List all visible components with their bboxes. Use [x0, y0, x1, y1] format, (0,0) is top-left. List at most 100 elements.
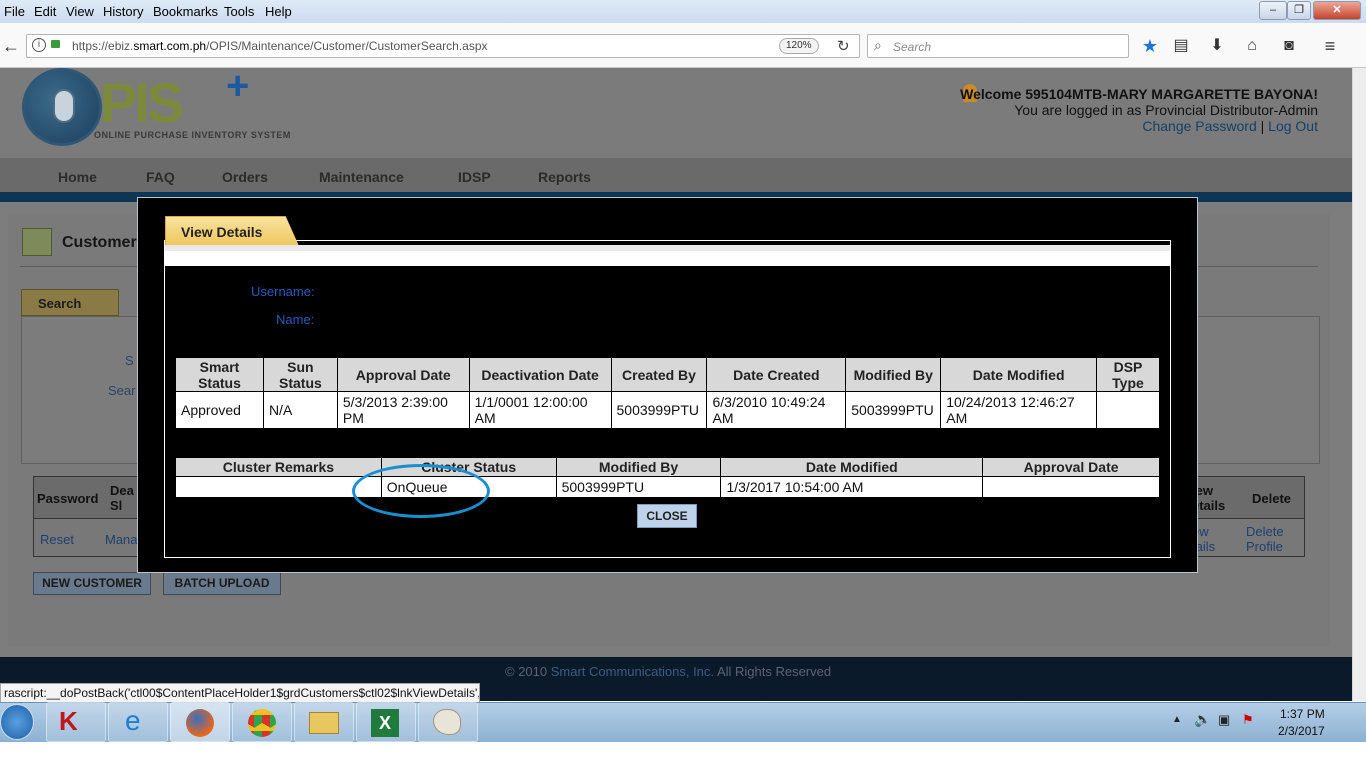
cell-date-modified: 10/24/2013 12:46:27 AM	[940, 391, 1097, 429]
zoom-indicator[interactable]: 120%	[779, 38, 819, 54]
mouse-icon	[53, 89, 75, 123]
menu-view[interactable]: View	[66, 4, 94, 19]
menu-tools[interactable]: Tools	[224, 4, 254, 19]
hamburger-menu-icon[interactable]: ≡	[1319, 36, 1341, 56]
back-arrow-icon[interactable]: ←	[0, 36, 22, 56]
clock-date[interactable]: 2/3/2017	[1278, 724, 1325, 738]
logged-in-text: You are logged in as Provincial Distribu…	[1014, 102, 1318, 118]
minimize-button[interactable]: –	[1259, 1, 1287, 20]
page-scrollbar[interactable]	[1352, 68, 1366, 701]
url-text[interactable]: https://ebiz.smart.com.ph/OPIS/Maintenan…	[72, 39, 488, 53]
close-window-button[interactable]: ✕	[1313, 1, 1361, 20]
change-password-link[interactable]: Change Password	[1142, 118, 1256, 134]
info-icon[interactable]: i	[32, 38, 46, 52]
taskbar-kaspersky[interactable]: K	[46, 702, 106, 742]
header-date-created: Date Created	[706, 357, 847, 392]
home-icon[interactable]: ⌂	[1241, 36, 1263, 56]
header-cluster-remarks: Cluster Remarks	[175, 457, 382, 477]
paint-icon	[433, 709, 461, 735]
opis-logo-subtitle: ONLINE PURCHASE INVENTORY SYSTEM	[94, 130, 291, 140]
grid-header-delete: Delete	[1252, 491, 1292, 506]
tray-expand-icon[interactable]: ▲	[1172, 714, 1182, 725]
view-details-tab[interactable]: View Details	[165, 216, 299, 246]
header-modified-by: Modified By	[845, 357, 942, 392]
folder-icon	[309, 712, 339, 734]
menu-history[interactable]: History	[103, 4, 143, 19]
nav-maintenance[interactable]: Maintenance	[319, 169, 404, 185]
table-row: OnQueue 5003999PTU 1/3/2017 10:54:00 AM	[175, 476, 1160, 498]
search-placeholder: Search	[893, 40, 932, 54]
clock-time[interactable]: 1:37 PM	[1280, 707, 1325, 721]
menu-edit[interactable]: Edit	[34, 4, 56, 19]
view-details-link[interactable]: ew tails	[1192, 524, 1232, 554]
nav-orders[interactable]: Orders	[222, 169, 268, 185]
link-status-bar: rascript:__doPostBack('ctl00$ContentPlac…	[0, 683, 480, 703]
download-icon[interactable]: ⬇	[1206, 36, 1228, 56]
header-created-by: Created By	[610, 357, 708, 392]
opis-logo-text: PIS	[100, 71, 184, 134]
cluster-table: Cluster Remarks Cluster Status Modified …	[175, 457, 1160, 498]
grid-header-deact: Dea Sl	[110, 483, 134, 513]
reading-list-icon[interactable]: ▤	[1170, 36, 1192, 56]
kaspersky-icon: K	[59, 706, 78, 736]
account-links: Change Password | Log Out	[1142, 118, 1318, 134]
site-header: PIS + ONLINE PURCHASE INVENTORY SYSTEM W…	[0, 64, 1352, 158]
new-customer-button[interactable]: NEW CUSTOMER	[33, 572, 151, 595]
url-bar[interactable]: i https://ebiz.smart.com.ph/OPIS/Mainten…	[26, 34, 860, 58]
lock-icon	[51, 40, 60, 48]
site-nav: Home FAQ Orders Maintenance IDSP Reports	[0, 158, 1352, 192]
header-modified-by-2: Modified By	[555, 457, 722, 477]
volume-icon[interactable]: 🔈	[1194, 711, 1211, 728]
grid-header-password: Password	[37, 491, 99, 506]
log-out-link[interactable]: Log Out	[1268, 118, 1318, 134]
plus-icon: +	[226, 64, 250, 108]
taskbar-excel[interactable]: X	[356, 702, 416, 742]
name-label: Name:	[276, 312, 315, 327]
table-row: Approved N/A 5/3/2013 2:39:00 PM 1/1/000…	[175, 391, 1160, 429]
excel-icon: X	[371, 709, 399, 737]
nav-home[interactable]: Home	[58, 169, 97, 185]
nav-reports[interactable]: Reports	[538, 169, 591, 185]
reset-link[interactable]: Reset	[40, 532, 74, 547]
menu-bookmarks[interactable]: Bookmarks	[153, 4, 218, 19]
page-title: Customer	[62, 234, 137, 251]
search-bar[interactable]: ⌕ Search	[867, 34, 1129, 58]
manage-link[interactable]: Mana	[105, 532, 138, 547]
header-date-modified: Date Modified	[940, 357, 1097, 392]
customer-page-icon	[22, 228, 52, 256]
menu-help[interactable]: Help	[265, 4, 292, 19]
opis-logo-globe	[22, 68, 102, 146]
search-tab[interactable]: Search	[21, 289, 119, 316]
taskbar-firefox[interactable]	[170, 702, 230, 742]
cell-cluster-remarks	[175, 476, 382, 498]
grid-header-view-details: iew etails	[1192, 483, 1226, 513]
taskbar-ie[interactable]: e	[108, 702, 168, 742]
taskbar-explorer[interactable]	[294, 702, 354, 742]
header-dsp-type: DSP Type	[1096, 357, 1160, 392]
delete-profile-link[interactable]: Delete Profile	[1246, 524, 1296, 554]
nav-idsp[interactable]: IDSP	[458, 169, 491, 185]
batch-upload-button[interactable]: BATCH UPLOAD	[163, 572, 281, 595]
pocket-icon[interactable]: ◙	[1278, 36, 1300, 56]
header-deactivation-date: Deactivation Date	[468, 357, 612, 392]
link-separator: |	[1260, 118, 1265, 134]
bookmark-star-icon[interactable]: ★	[1139, 36, 1161, 56]
taskbar-chrome[interactable]	[232, 702, 292, 742]
header-sun-status: Sun Status	[262, 357, 338, 392]
close-button[interactable]: CLOSE	[637, 504, 697, 528]
cell-date-created: 6/3/2010 10:49:24 AM	[706, 391, 847, 429]
reload-icon[interactable]: ↻	[837, 37, 850, 55]
taskbar-paint[interactable]	[418, 702, 478, 742]
header-smart-status: Smart Status	[175, 357, 264, 392]
cell-smart-status: Approved	[175, 391, 264, 429]
network-icon[interactable]: ▣	[1218, 712, 1230, 728]
welcome-text: Welcome 595104MTB-MARY MARGARETTE BAYONA…	[960, 86, 1318, 102]
modal-tab-strip	[165, 245, 1170, 266]
menu-bar: File Edit View History Bookmarks Tools H…	[0, 0, 1366, 23]
maximize-button[interactable]: ❐	[1287, 1, 1311, 20]
highlight-circle	[352, 464, 490, 518]
start-button-icon[interactable]	[0, 704, 34, 740]
action-center-icon[interactable]: ⚑	[1242, 712, 1254, 728]
menu-file[interactable]: File	[4, 4, 25, 19]
nav-faq[interactable]: FAQ	[146, 169, 175, 185]
